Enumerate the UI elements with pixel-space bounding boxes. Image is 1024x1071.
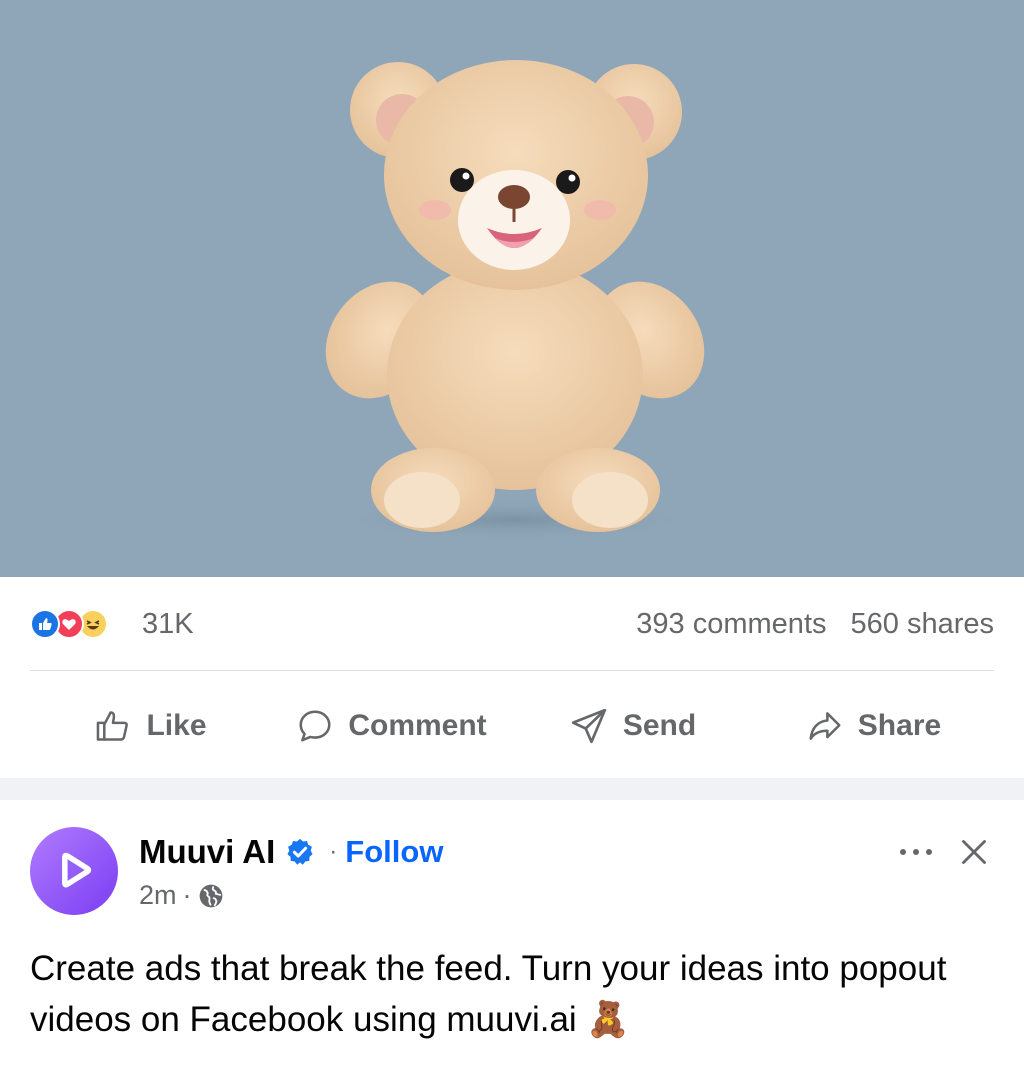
globe-icon: [199, 884, 222, 907]
more-dots-icon: [900, 849, 932, 855]
follow-button[interactable]: Follow: [345, 834, 443, 870]
more-options-button[interactable]: [894, 830, 938, 874]
post-body-text: Create ads that break the feed. Turn you…: [30, 949, 947, 1039]
send-button[interactable]: Send: [512, 706, 753, 746]
post-action-bar: Like Comment Send Share: [30, 690, 994, 762]
hide-post-button[interactable]: [952, 830, 996, 874]
reaction-count[interactable]: 31K: [142, 608, 194, 641]
like-button[interactable]: Like: [30, 707, 271, 745]
meta-separator: ·: [182, 880, 192, 910]
send-label: Send: [622, 709, 697, 742]
engagement-stats: 31K 393 comments 560 shares: [30, 596, 994, 652]
divider: [30, 670, 994, 671]
teddy-bear-illustration: [325, 60, 705, 542]
comment-bubble-icon: [299, 710, 331, 742]
comments-count[interactable]: 393 comments: [636, 608, 826, 641]
share-label: Share: [857, 709, 942, 742]
author-name[interactable]: Muuvi AI: [139, 833, 275, 871]
separator-dot: ·: [329, 838, 338, 865]
close-icon: [962, 840, 986, 864]
like-reaction-icon: [30, 609, 60, 639]
verified-badge-icon: [285, 837, 315, 867]
post-meta: 2m ·: [139, 880, 224, 911]
page-avatar[interactable]: [30, 827, 118, 915]
post-media-image[interactable]: [0, 0, 1024, 577]
play-logo-icon: [62, 852, 92, 888]
share-arrow-icon: [809, 712, 841, 740]
post-timestamp[interactable]: 2m: [139, 880, 177, 911]
feed-separator: [0, 778, 1024, 800]
send-paper-plane-icon: [571, 708, 606, 744]
thumbs-up-icon: [97, 711, 129, 741]
like-label: Like: [146, 709, 207, 742]
comment-label: Comment: [348, 709, 487, 742]
comment-button[interactable]: Comment: [271, 707, 512, 745]
shares-count[interactable]: 560 shares: [851, 608, 995, 641]
share-button[interactable]: Share: [753, 707, 994, 745]
reactions-summary[interactable]: 31K: [30, 608, 194, 641]
feed-post: Muuvi AI · Follow 2m · Create ads that b…: [0, 800, 1024, 1071]
